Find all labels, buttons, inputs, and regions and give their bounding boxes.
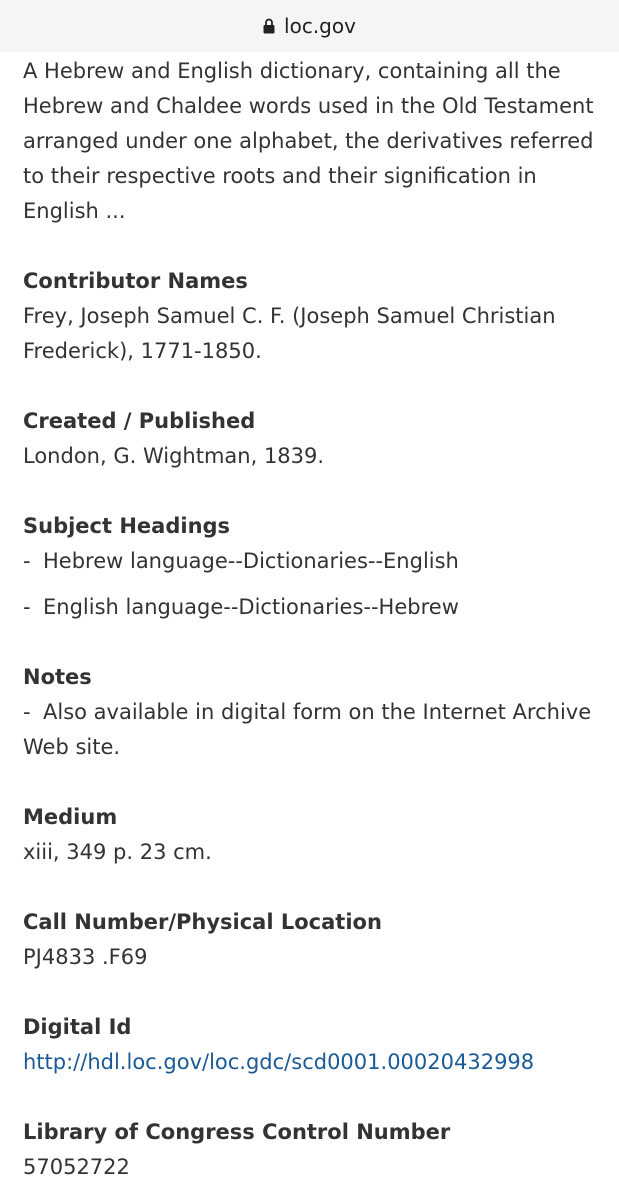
address-display[interactable]: loc.gov [263, 14, 356, 38]
subject-item: English language--Dictionaries--Hebrew [43, 595, 459, 619]
digital-id-label: Digital Id [23, 1015, 132, 1039]
list-item: - Also available in digital form on the I… [23, 700, 592, 759]
item-description: A Hebrew and English dictionary, contain… [23, 59, 594, 223]
list-item: - English language--Dictionaries--Hebrew [23, 595, 459, 619]
contributor-label: Contributor Names [23, 269, 248, 293]
notes-list: - Also available in digital form on the I… [23, 695, 603, 765]
browser-address-bar[interactable]: loc.gov [0, 0, 619, 52]
notes-label: Notes [23, 665, 92, 689]
medium-section: Medium xiii, 349 p. 23 cm. [23, 800, 603, 870]
lccn-section: Library of Congress Control Number 57052… [23, 1115, 603, 1185]
digital-id-link[interactable]: http://hdl.loc.gov/loc.gdc/scd0001.00020… [23, 1050, 534, 1074]
subjects-list: - Hebrew language--Dictionaries--English … [23, 544, 603, 625]
subject-item: Hebrew language--Dictionaries--English [43, 549, 459, 573]
note-item: Also available in digital form on the In… [23, 700, 592, 759]
created-value: London, G. Wightman, 1839. [23, 444, 325, 468]
contributor-section: Contributor Names Frey, Joseph Samuel C.… [23, 264, 603, 369]
created-section: Created / Published London, G. Wightman,… [23, 404, 603, 474]
digital-id-section: Digital Id http://hdl.loc.gov/loc.gdc/sc… [23, 1010, 603, 1080]
medium-label: Medium [23, 805, 118, 829]
url-text: loc.gov [284, 14, 356, 38]
call-number-section: Call Number/Physical Location PJ4833 .F6… [23, 905, 603, 975]
contributor-value: Frey, Joseph Samuel C. F. (Joseph Samuel… [23, 304, 556, 363]
subjects-section: Subject Headings - Hebrew language--Dicti… [23, 509, 603, 625]
subjects-label: Subject Headings [23, 514, 231, 538]
lccn-label: Library of Congress Control Number [23, 1120, 451, 1144]
lccn-value: 57052722 [23, 1155, 130, 1179]
notes-section: Notes - Also available in digital form on… [23, 660, 603, 765]
call-number-value: PJ4833 .F69 [23, 945, 148, 969]
record-details: A Hebrew and English dictionary, contain… [23, 54, 603, 1185]
list-item: - Hebrew language--Dictionaries--English [23, 549, 459, 573]
medium-value: xiii, 349 p. 23 cm. [23, 840, 212, 864]
created-label: Created / Published [23, 409, 256, 433]
call-number-label: Call Number/Physical Location [23, 910, 382, 934]
lock-icon [263, 18, 275, 34]
